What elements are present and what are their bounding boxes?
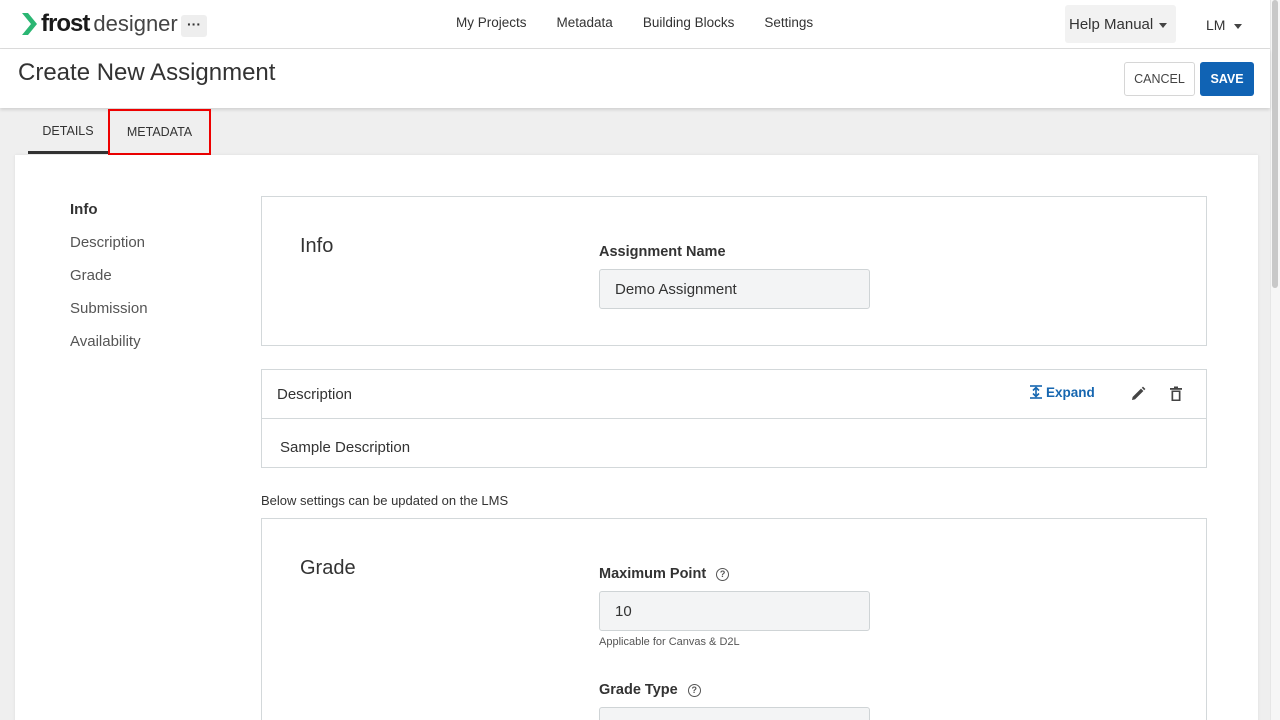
caret-down-icon <box>1159 22 1168 28</box>
expand-label: Expand <box>1046 385 1095 400</box>
logo-text-primary: frost <box>41 10 90 37</box>
side-nav-grade[interactable]: Grade <box>70 267 148 300</box>
grade-type-label: Grade Type? <box>599 682 701 698</box>
side-nav-description[interactable]: Description <box>70 234 148 267</box>
nav-item-my-projects[interactable]: My Projects <box>456 15 527 30</box>
lms-note: Below settings can be updated on the LMS <box>261 493 509 508</box>
info-card: Info Assignment Name Demo Assignment <box>261 196 1207 346</box>
grade-card-title: Grade <box>300 557 356 579</box>
nav-item-building-blocks[interactable]: Building Blocks <box>643 15 735 30</box>
caret-down-icon <box>1234 23 1243 29</box>
maximum-point-label: Maximum Point? <box>599 566 730 582</box>
help-circle-icon[interactable]: ? <box>716 568 730 581</box>
tab-metadata[interactable]: METADATA <box>108 109 211 155</box>
maximum-point-label-text: Maximum Point <box>599 566 707 582</box>
help-circle-icon[interactable]: ? <box>687 684 701 697</box>
expand-button[interactable]: Expand <box>1030 385 1095 400</box>
side-nav-availability[interactable]: Availability <box>70 333 148 366</box>
more-menu-button[interactable]: ··· <box>181 15 207 37</box>
maximum-point-hint: Applicable for Canvas & D2L <box>599 636 740 648</box>
description-card-header: Description Expand <box>262 370 1206 419</box>
delete-trash-icon[interactable] <box>1167 385 1185 403</box>
grade-card: Grade Maximum Point? 10 Applicable for C… <box>261 518 1207 720</box>
main-nav: My Projects Metadata Building Blocks Set… <box>456 15 843 30</box>
description-card-title: Description <box>277 386 353 403</box>
edit-pencil-icon[interactable] <box>1129 385 1147 403</box>
app-logo[interactable]: frost designer <box>22 10 178 38</box>
user-initials: LM <box>1206 17 1226 33</box>
page-title: Create New Assignment <box>18 59 276 86</box>
info-card-title: Info <box>300 235 334 257</box>
scrollbar-thumb[interactable] <box>1272 0 1278 288</box>
assignment-name-label: Assignment Name <box>599 244 726 260</box>
description-card: Description Expand Sample Description <box>261 369 1207 468</box>
nav-item-metadata[interactable]: Metadata <box>557 15 613 30</box>
cancel-button[interactable]: CANCEL <box>1124 62 1195 96</box>
grade-type-label-text: Grade Type <box>599 682 678 698</box>
side-nav-submission[interactable]: Submission <box>70 300 148 333</box>
help-manual-dropdown[interactable]: Help Manual <box>1065 5 1176 43</box>
maximum-point-input[interactable]: 10 <box>599 591 870 631</box>
tab-details[interactable]: DETAILS <box>28 116 108 154</box>
top-nav-bar: frost designer ··· My Projects Metadata … <box>0 0 1270 49</box>
page-header: Create New Assignment CANCEL SAVE <box>0 49 1270 108</box>
user-menu[interactable]: LM <box>1206 17 1243 33</box>
section-side-nav: Info Description Grade Submission Availa… <box>70 201 148 366</box>
nav-item-settings[interactable]: Settings <box>764 15 813 30</box>
help-manual-label: Help Manual <box>1069 16 1154 33</box>
logo-text-secondary: designer <box>93 11 178 36</box>
grade-type-select[interactable] <box>599 707 870 720</box>
save-button[interactable]: SAVE <box>1200 62 1254 96</box>
description-body: Sample Description <box>280 439 411 456</box>
logo-chevron-icon <box>22 13 37 35</box>
expand-icon <box>1030 385 1042 399</box>
side-nav-info[interactable]: Info <box>70 201 148 234</box>
assignment-name-input[interactable]: Demo Assignment <box>599 269 870 309</box>
